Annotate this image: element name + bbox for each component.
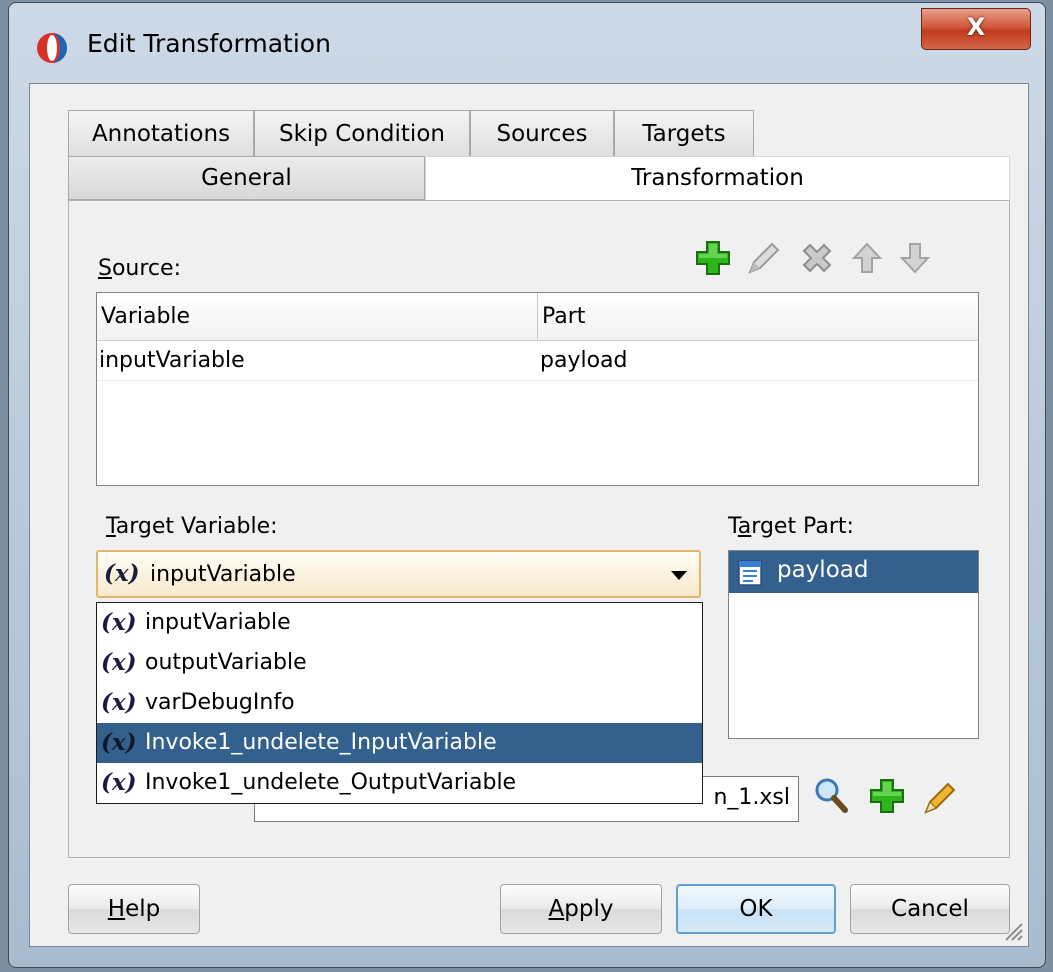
ok-button[interactable]: OK bbox=[676, 884, 836, 934]
move-up-icon[interactable] bbox=[848, 238, 886, 278]
title-bar[interactable]: Edit Transformation X bbox=[9, 3, 1045, 83]
help-mnemonic: H bbox=[107, 896, 126, 922]
search-icon[interactable] bbox=[812, 774, 850, 818]
option-label: outputVariable bbox=[145, 650, 307, 675]
mapper-file-value: n_1.xsl bbox=[713, 785, 790, 810]
tab-row-bottom: General Transformation bbox=[68, 156, 1010, 200]
variable-icon: (x) bbox=[101, 769, 137, 796]
target-variable-label-mnemonic: T bbox=[106, 514, 116, 539]
source-label-mnemonic: S bbox=[98, 256, 112, 281]
option-label: Invoke1_undelete_OutputVariable bbox=[145, 770, 517, 795]
tab-annotations[interactable]: Annotations bbox=[68, 110, 254, 156]
target-variable-dropdown[interactable]: (x) inputVariable bbox=[96, 550, 701, 598]
tab-general[interactable]: General bbox=[68, 156, 425, 200]
app-logo-icon bbox=[37, 33, 67, 63]
option-invoke1-undelete-output-variable[interactable]: (x) Invoke1_undelete_OutputVariable bbox=[97, 763, 702, 803]
source-label: Source: bbox=[98, 256, 181, 281]
target-variable-label: Target Variable: bbox=[106, 514, 278, 539]
target-variable-label-text: arget Variable: bbox=[115, 514, 278, 539]
help-label: elp bbox=[125, 896, 161, 922]
delete-icon[interactable] bbox=[798, 238, 836, 278]
tab-targets[interactable]: Targets bbox=[614, 110, 754, 156]
variable-icon: (x) bbox=[104, 560, 140, 587]
edit-icon[interactable] bbox=[920, 774, 958, 818]
option-label: varDebugInfo bbox=[145, 690, 295, 715]
target-variable-options[interactable]: (x) inputVariable (x) outputVariable (x)… bbox=[96, 602, 703, 804]
tab-sources[interactable]: Sources bbox=[470, 110, 614, 156]
option-label: inputVariable bbox=[145, 610, 291, 635]
option-var-debug-info[interactable]: (x) varDebugInfo bbox=[97, 683, 702, 723]
chevron-down-icon[interactable] bbox=[671, 571, 687, 580]
list-item-label: payload bbox=[777, 557, 869, 583]
option-label: Invoke1_undelete_InputVariable bbox=[145, 730, 497, 755]
variable-icon: (x) bbox=[101, 689, 137, 716]
apply-label: pply bbox=[564, 896, 614, 922]
apply-button[interactable]: Apply bbox=[500, 884, 662, 934]
variable-icon: (x) bbox=[101, 729, 137, 756]
option-output-variable[interactable]: (x) outputVariable bbox=[97, 643, 702, 683]
target-part-label: Target Part: bbox=[728, 514, 854, 539]
target-part-label-prefix: T bbox=[728, 514, 738, 539]
list-item-payload[interactable]: payload bbox=[729, 551, 978, 593]
option-input-variable[interactable]: (x) inputVariable bbox=[97, 603, 702, 643]
table-cell-variable[interactable]: inputVariable bbox=[97, 341, 538, 381]
dialog-content: Annotations Skip Condition Sources Targe… bbox=[29, 83, 1029, 947]
tab-skip-condition[interactable]: Skip Condition bbox=[254, 110, 470, 156]
source-table[interactable]: Variable Part inputVariable payload bbox=[96, 292, 979, 486]
window-title: Edit Transformation bbox=[87, 29, 331, 58]
variable-icon: (x) bbox=[101, 649, 137, 676]
source-label-text: ource: bbox=[111, 256, 181, 281]
close-icon: X bbox=[966, 13, 986, 41]
target-part-label-mnemonic: a bbox=[737, 514, 752, 539]
help-button[interactable]: Help bbox=[68, 884, 200, 934]
document-icon bbox=[738, 560, 762, 586]
apply-mnemonic: A bbox=[548, 896, 565, 922]
table-cell-part[interactable]: payload bbox=[538, 341, 978, 381]
edit-icon[interactable] bbox=[744, 238, 782, 278]
target-part-list[interactable]: payload bbox=[728, 550, 979, 739]
close-button[interactable]: X bbox=[921, 8, 1031, 50]
option-invoke1-undelete-input-variable[interactable]: (x) Invoke1_undelete_InputVariable bbox=[97, 723, 702, 763]
variable-icon: (x) bbox=[101, 609, 137, 636]
tab-transformation[interactable]: Transformation bbox=[425, 156, 1010, 200]
resize-grip-icon[interactable] bbox=[1002, 920, 1024, 942]
target-part-label-text: rget Part: bbox=[751, 514, 854, 539]
column-header-variable[interactable]: Variable bbox=[97, 293, 538, 341]
target-variable-selected: inputVariable bbox=[150, 562, 296, 587]
column-header-part[interactable]: Part bbox=[538, 293, 978, 341]
dialog-window: Edit Transformation X Annotations Skip C… bbox=[8, 2, 1046, 968]
move-down-icon[interactable] bbox=[896, 238, 934, 278]
add-icon[interactable] bbox=[868, 774, 906, 818]
cancel-button[interactable]: Cancel bbox=[850, 884, 1010, 934]
add-icon[interactable] bbox=[694, 238, 732, 278]
source-toolbar bbox=[694, 238, 964, 278]
